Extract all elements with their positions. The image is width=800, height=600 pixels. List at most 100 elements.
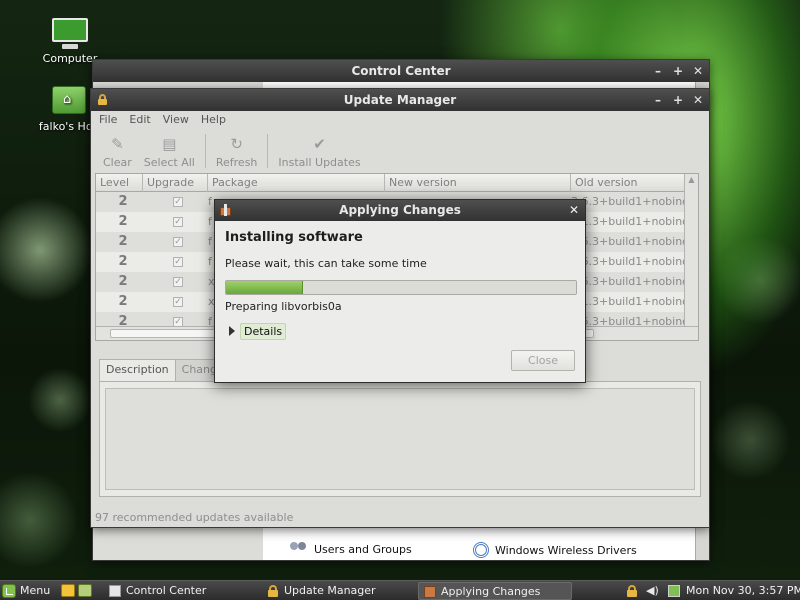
progress-bar-fill bbox=[226, 281, 303, 294]
select-all-button-label: Select All bbox=[143, 156, 195, 169]
progress-bar bbox=[225, 280, 577, 295]
volume-icon[interactable]: ◀) bbox=[646, 584, 660, 597]
cell-level: 2 bbox=[118, 274, 128, 289]
upgrade-checkbox[interactable]: ✓ bbox=[173, 197, 183, 207]
details-label: Details bbox=[240, 322, 287, 340]
taskbar-item-applying-changes[interactable]: Applying Changes bbox=[418, 582, 572, 600]
lock-icon bbox=[267, 585, 279, 597]
details-expander[interactable]: Details bbox=[229, 322, 287, 340]
description-text-area[interactable] bbox=[105, 388, 695, 490]
maximize-icon[interactable]: + bbox=[673, 65, 683, 77]
home-folder-icon: ⌂ bbox=[48, 84, 88, 118]
toolbar-separator bbox=[204, 134, 206, 168]
column-header-upgrade[interactable]: Upgrade bbox=[143, 174, 208, 192]
taskbar-item-update-manager[interactable]: Update Manager bbox=[262, 582, 412, 600]
upgrade-checkbox[interactable]: ✓ bbox=[173, 257, 183, 267]
column-header-new-version[interactable]: New version bbox=[385, 174, 571, 192]
cell-level: 2 bbox=[118, 294, 128, 309]
terminal-launcher-icon[interactable] bbox=[78, 584, 92, 597]
wireless-icon bbox=[473, 542, 489, 558]
text-editor-launcher-icon[interactable] bbox=[61, 584, 75, 597]
cell-level: 2 bbox=[118, 254, 128, 269]
dialog-title: Applying Changes bbox=[339, 203, 461, 217]
close-button[interactable]: Close bbox=[511, 350, 575, 371]
network-icon[interactable] bbox=[668, 584, 680, 597]
computer-icon bbox=[50, 16, 90, 50]
clock[interactable]: Mon Nov 30, 3:57 PM bbox=[686, 581, 800, 600]
tab-description[interactable]: Description bbox=[99, 359, 176, 382]
window-title: Control Center bbox=[351, 64, 451, 78]
menu-button-label: Menu bbox=[20, 584, 51, 597]
cell-old-version: 3.6.3+build1+nobinonly bbox=[571, 275, 696, 288]
lock-icon bbox=[98, 94, 107, 105]
control-center-item-label: Users and Groups bbox=[314, 542, 412, 556]
table-header: Level Upgrade Package New version Old ve… bbox=[96, 174, 684, 192]
upgrade-checkbox[interactable]: ✓ bbox=[173, 237, 183, 247]
broom-icon: ✎ bbox=[111, 135, 124, 153]
control-center-icon bbox=[109, 585, 121, 597]
maximize-icon[interactable]: + bbox=[673, 94, 683, 106]
upgrade-checkbox[interactable]: ✓ bbox=[173, 297, 183, 307]
cell-old-version: 3.6.3+build1+nobinonly bbox=[571, 235, 696, 248]
menu-help[interactable]: Help bbox=[201, 111, 226, 129]
minimize-icon[interactable]: – bbox=[653, 65, 663, 77]
refresh-icon: ↻ bbox=[230, 135, 243, 153]
toolbar-separator bbox=[267, 134, 269, 168]
taskbar: Menu Control Center Update Manager Apply… bbox=[0, 580, 800, 600]
column-header-package[interactable]: Package bbox=[208, 174, 385, 192]
menu-view[interactable]: View bbox=[163, 111, 189, 129]
control-center-item-label: Windows Wireless Drivers bbox=[495, 543, 637, 557]
table-vertical-scrollbar[interactable]: ▲ bbox=[684, 174, 698, 326]
scroll-up-icon[interactable]: ▲ bbox=[685, 174, 698, 186]
taskbar-item-label: Update Manager bbox=[284, 584, 376, 597]
cell-level: 2 bbox=[118, 194, 128, 209]
select-all-button[interactable]: ▤ Select All bbox=[138, 129, 201, 173]
cell-old-version: 3.6.3+build1+nobinonly bbox=[571, 315, 684, 326]
control-center-item-wireless[interactable]: Windows Wireless Drivers bbox=[473, 542, 637, 558]
taskbar-item-label: Control Center bbox=[126, 584, 207, 597]
lock-icon[interactable] bbox=[626, 584, 638, 597]
menu-edit[interactable]: Edit bbox=[129, 111, 150, 129]
upgrade-checkbox[interactable]: ✓ bbox=[173, 317, 183, 326]
clear-button[interactable]: ✎ Clear bbox=[97, 129, 138, 173]
column-header-old-version[interactable]: Old version bbox=[571, 174, 696, 192]
control-center-titlebar[interactable]: Control Center – + ✕ bbox=[93, 60, 709, 82]
menu-button[interactable]: Menu bbox=[2, 581, 54, 600]
cell-package: f bbox=[208, 255, 212, 268]
column-header-level[interactable]: Level bbox=[96, 174, 143, 192]
description-panel bbox=[99, 381, 701, 497]
desktop-icon-computer[interactable]: Computer bbox=[30, 16, 110, 65]
cell-package: f bbox=[208, 235, 212, 248]
upgrade-checkbox[interactable]: ✓ bbox=[173, 217, 183, 227]
update-manager-titlebar[interactable]: Update Manager – + ✕ bbox=[91, 89, 709, 111]
users-icon bbox=[288, 542, 308, 556]
applying-changes-dialog: Applying Changes ✕ Installing software P… bbox=[214, 199, 586, 383]
control-center-item-users[interactable]: Users and Groups bbox=[288, 542, 412, 556]
cell-package: f bbox=[208, 195, 212, 208]
desktop-icon-label: falko's Hor bbox=[38, 120, 98, 133]
cell-package: f bbox=[208, 215, 212, 228]
applying-changes-titlebar[interactable]: Applying Changes ✕ bbox=[215, 200, 585, 221]
cell-level: 2 bbox=[118, 214, 128, 229]
upgrade-checkbox[interactable]: ✓ bbox=[173, 277, 183, 287]
dialog-message: Please wait, this can take some time bbox=[225, 257, 427, 270]
refresh-button-label: Refresh bbox=[215, 156, 258, 169]
expander-arrow-icon bbox=[229, 326, 235, 336]
dialog-heading: Installing software bbox=[225, 230, 363, 245]
menubar: File Edit View Help bbox=[91, 111, 709, 129]
cell-old-version: 3.6.3+build1+nobinonly bbox=[571, 255, 696, 268]
minimize-icon[interactable]: – bbox=[653, 94, 663, 106]
cell-level: 2 bbox=[118, 234, 128, 249]
menu-file[interactable]: File bbox=[99, 111, 117, 129]
taskbar-item-control-center[interactable]: Control Center bbox=[104, 582, 254, 600]
package-icon bbox=[424, 586, 436, 598]
system-tray: ◀) bbox=[626, 581, 680, 600]
window-title: Update Manager bbox=[343, 93, 457, 107]
close-icon[interactable]: ✕ bbox=[569, 200, 579, 221]
refresh-button[interactable]: ↻ Refresh bbox=[210, 129, 264, 173]
install-updates-button-label: Install Updates bbox=[278, 156, 361, 169]
close-icon[interactable]: ✕ bbox=[693, 65, 703, 77]
install-updates-button[interactable]: ✔ Install Updates bbox=[272, 129, 366, 173]
close-icon[interactable]: ✕ bbox=[693, 94, 703, 106]
toolbar: ✎ Clear ▤ Select All ↻ Refresh ✔ Install… bbox=[91, 129, 709, 173]
